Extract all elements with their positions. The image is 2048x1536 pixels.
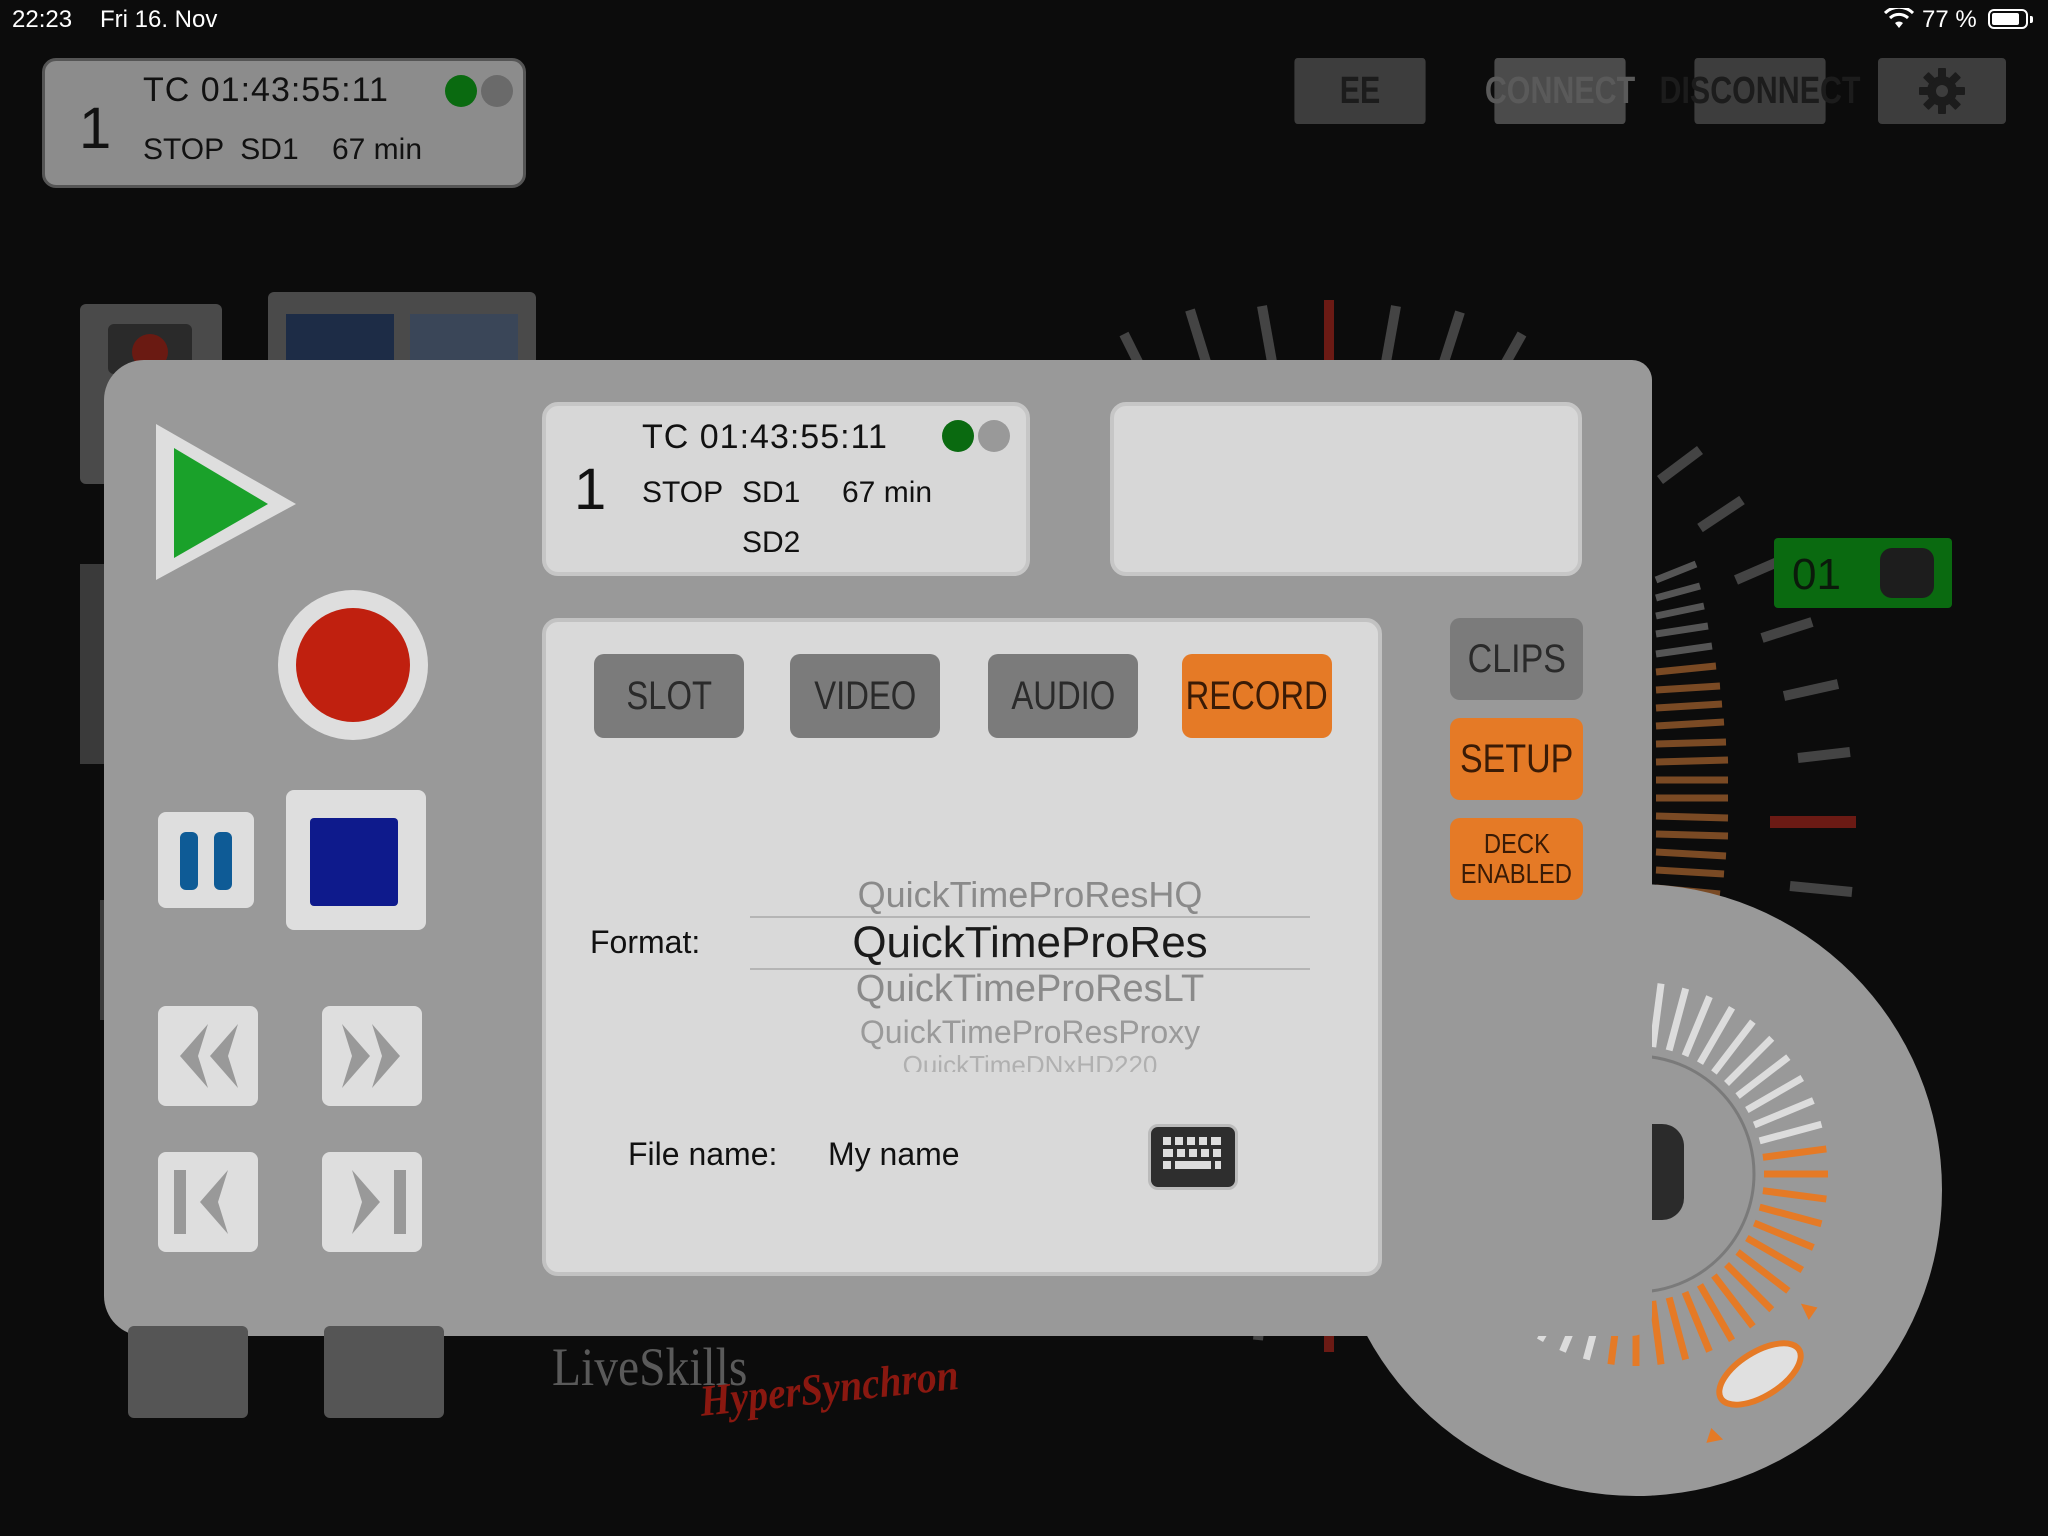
disconnect-button[interactable]: DISCONNECT	[1660, 58, 1861, 124]
record-icon	[296, 608, 410, 722]
pause-button[interactable]	[158, 812, 254, 908]
fast-forward-button[interactable]	[322, 1006, 422, 1106]
status-bar: 22:23 Fri 16. Nov 77 %	[0, 0, 2048, 40]
channel-toggle[interactable]	[1880, 548, 1934, 598]
keyboard-button[interactable]	[1148, 1124, 1238, 1190]
previous-clip-button[interactable]	[158, 1152, 258, 1252]
deck-display-number: 1	[574, 457, 607, 522]
display-tally-grey	[978, 420, 1010, 452]
stop-icon	[310, 818, 398, 906]
background-edge	[80, 564, 104, 764]
format-option-clip: QuickTimeDNxHD220	[750, 1052, 1310, 1072]
jog-tick	[1758, 1120, 1823, 1145]
ee-button[interactable]: EE	[1294, 58, 1426, 124]
gear-icon	[1919, 68, 1965, 114]
deck-mini-display[interactable]: 1 TC 01:43:55:11 STOP SD1 67 min	[42, 58, 526, 188]
jog-tick	[1762, 1187, 1827, 1203]
background-next-tile	[324, 1326, 444, 1418]
jog-tick	[1762, 1145, 1827, 1161]
jog-tick	[1665, 987, 1690, 1052]
tab-slot[interactable]: SLOT	[594, 654, 744, 738]
deck-enabled-button[interactable]: DECK ENABLED	[1450, 818, 1583, 900]
format-option[interactable]: QuickTimeDNxHD220	[750, 1052, 1310, 1072]
tally-grey-indicator	[481, 75, 513, 107]
jog-tick	[1665, 1296, 1690, 1361]
secondary-display	[1110, 402, 1582, 576]
play-button[interactable]	[156, 424, 296, 584]
pause-icon-bar	[214, 832, 232, 890]
battery-percent: 77 %	[1922, 6, 1977, 33]
status-date: Fri 16. Nov	[100, 6, 218, 33]
jog-tick	[1758, 1203, 1823, 1228]
deck-display-slot2: SD2	[742, 526, 801, 559]
wifi-icon	[1884, 8, 1914, 28]
deck-number: 1	[79, 96, 112, 161]
format-option[interactable]: QuickTimeProResLT	[750, 968, 1310, 1011]
tally-green-indicator	[445, 75, 477, 107]
background-prev-tile	[128, 1326, 248, 1418]
deck-display[interactable]: 1 TC 01:43:55:11 STOP SD1 67 min SD2	[542, 402, 1030, 576]
tab-video[interactable]: VIDEO	[790, 654, 940, 738]
rewind-icon	[180, 1024, 238, 1088]
status-time: 22:23	[12, 6, 73, 33]
next-clip-icon	[352, 1170, 406, 1234]
previous-clip-icon	[174, 1170, 228, 1234]
tab-audio[interactable]: AUDIO	[988, 654, 1138, 738]
deck-display-slot1: SD1	[742, 476, 801, 509]
clips-button[interactable]: CLIPS	[1450, 618, 1583, 700]
settings-button[interactable]	[1878, 58, 2006, 124]
file-name-label: File name:	[628, 1136, 778, 1172]
channel-number: 01	[1792, 550, 1841, 599]
channel-badge[interactable]: 01	[1774, 538, 1952, 608]
record-button[interactable]	[278, 590, 428, 740]
format-option[interactable]: QuickTimeProResHQ	[750, 874, 1310, 916]
format-label: Format:	[590, 924, 701, 960]
battery-icon	[1988, 9, 2033, 29]
deck-display-time-left: 67 min	[842, 476, 933, 509]
tab-record[interactable]: RECORD	[1182, 654, 1332, 738]
deck-display-state: STOP	[642, 476, 724, 509]
format-option-selected[interactable]: QuickTimeProRes	[750, 918, 1310, 968]
display-tally-green	[942, 420, 974, 452]
jog-tick	[1649, 1300, 1665, 1365]
connect-button[interactable]: CONNECT	[1485, 58, 1635, 124]
deck-display-timecode: TC 01:43:55:11	[642, 418, 888, 456]
format-option[interactable]: QuickTimeProResProxy	[750, 1014, 1310, 1051]
jog-tick	[1649, 983, 1665, 1048]
deck-status: STOP SD1 67 min	[143, 133, 423, 166]
rewind-button[interactable]	[158, 1006, 258, 1106]
keyboard-icon	[1163, 1137, 1221, 1169]
setup-button[interactable]: SETUP	[1450, 718, 1583, 800]
next-clip-button[interactable]	[322, 1152, 422, 1252]
pause-icon	[180, 832, 198, 890]
deck-timecode: TC 01:43:55:11	[143, 71, 389, 109]
file-name-field[interactable]: My name	[828, 1136, 960, 1173]
fast-forward-icon	[342, 1024, 400, 1088]
stop-button[interactable]	[286, 790, 426, 930]
